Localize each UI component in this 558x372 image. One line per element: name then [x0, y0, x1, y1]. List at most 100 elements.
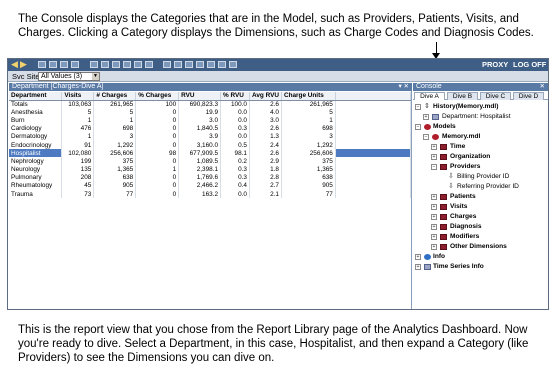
find-icon[interactable] — [218, 61, 226, 68]
calendar-icon[interactable] — [229, 61, 237, 68]
back-icon[interactable]: ◀ — [11, 60, 18, 69]
tree-node-models[interactable]: − Models — [415, 122, 546, 132]
value-cell: 0.3 — [220, 173, 250, 182]
expand-icon[interactable]: + — [431, 234, 437, 240]
tree-node-other-dimensions[interactable]: + Other Dimensions — [415, 242, 546, 252]
trend-icon[interactable] — [196, 61, 204, 68]
chevron-down-icon[interactable]: ▼ — [92, 73, 99, 80]
value-cell: 905 — [93, 181, 137, 191]
chart-icon[interactable] — [71, 61, 79, 68]
tab-dive-d[interactable]: Dive D — [513, 92, 544, 100]
collapse-icon[interactable]: − — [415, 124, 421, 130]
rows-icon[interactable] — [123, 61, 131, 68]
tree-node-visits[interactable]: + Visits — [415, 202, 546, 212]
department-cell[interactable]: Nephrology — [9, 157, 63, 166]
compare-icon[interactable] — [207, 61, 215, 68]
tree-node-history[interactable]: − ⇕ History(Memory.mdl) — [415, 102, 546, 112]
column-header[interactable]: RVU — [178, 92, 222, 101]
console-close-icon[interactable]: ✕ — [540, 83, 545, 91]
grid-view-icon[interactable] — [90, 61, 98, 68]
expand-icon[interactable]: + — [431, 244, 437, 250]
column-header[interactable]: Avg RVU — [249, 92, 282, 101]
expand-icon[interactable]: + — [423, 114, 429, 120]
column-header[interactable]: Visits — [61, 92, 95, 101]
department-cell[interactable]: Trauma — [9, 190, 63, 199]
tree-node-referring-provider[interactable]: ⇩ Referring Provider ID — [415, 182, 546, 192]
expand-icon[interactable]: + — [415, 254, 421, 260]
report-window-controls[interactable]: ▾ ✕ — [398, 83, 409, 91]
collapse-icon[interactable]: − — [423, 134, 429, 140]
table-row[interactable]: Pulmonary 208 638 0 1,769.6 0.3 2.8 638 — [9, 173, 412, 182]
tree-node-model-file[interactable]: − Memory.mdl — [415, 132, 546, 142]
forward-icon[interactable]: ▶ — [20, 60, 27, 69]
column-header[interactable]: # Charges — [93, 92, 137, 101]
department-cell[interactable]: Rheumatology — [9, 181, 63, 191]
table-row[interactable]: Totals 103,063 261,965 100 690,823.3 100.0 2.6… — [9, 100, 412, 109]
value-cell: 256,606 — [93, 149, 137, 158]
tree-node-providers[interactable]: − Providers — [415, 162, 546, 172]
tree-node-patients[interactable]: + Patients — [415, 192, 546, 202]
tree-node-billing-provider[interactable]: ⇩ Billing Provider ID — [415, 172, 546, 182]
refresh-icon[interactable] — [60, 61, 68, 68]
department-cell[interactable]: Totals — [9, 100, 63, 109]
tree-node-time-series[interactable]: + Time Series Info — [415, 262, 546, 272]
expand-icon[interactable]: + — [431, 224, 437, 230]
print-icon[interactable] — [38, 61, 46, 68]
table-row[interactable]: Trauma 73 77 0 163.2 0.0 2.1 77 — [9, 190, 412, 199]
tree-node-diagnosis[interactable]: + Diagnosis — [415, 222, 546, 232]
collapse-icon[interactable]: − — [431, 164, 437, 170]
column-header[interactable]: % Charges — [135, 92, 180, 101]
svc-site-select[interactable]: All Values (3) ▼ — [38, 72, 100, 81]
table-row[interactable]: Neurology 135 1,365 1 2,398.1 0.3 1.8 1,365 — [9, 165, 412, 174]
value-cell: 375 — [93, 157, 137, 166]
bar-chart-icon[interactable] — [174, 61, 182, 68]
department-cell[interactable]: Endocrinology — [9, 140, 63, 150]
table-row[interactable]: Anesthesia 5 5 0 19.9 0.0 4.0 5 — [9, 108, 412, 117]
table-row[interactable]: Dermatology 1 3 0 3.9 0.0 1.3 3 — [9, 132, 412, 141]
table-row[interactable]: Hospitalist 102,080 256,606 98 677,909.5 98.1… — [9, 149, 412, 158]
department-cell[interactable]: Neurology — [9, 165, 63, 174]
line-chart-icon[interactable] — [163, 61, 171, 68]
table-row[interactable]: Burn 1 1 0 3.0 0.0 3.0 1 — [9, 116, 412, 125]
table-row[interactable]: Endocrinology 91 1,292 0 3,160.0 0.5 2.4 1,292 — [9, 140, 412, 150]
expand-icon[interactable]: + — [431, 194, 437, 200]
expand-icon[interactable]: + — [431, 144, 437, 150]
expand-icon[interactable]: + — [431, 154, 437, 160]
tree-node-modifiers[interactable]: + Modifiers — [415, 232, 546, 242]
tree-node-charges[interactable]: + Charges — [415, 212, 546, 222]
tree-node-info[interactable]: + Info — [415, 252, 546, 262]
column-header[interactable]: Department — [9, 92, 63, 101]
department-cell[interactable]: Hospitalist — [9, 149, 63, 158]
value-cell: 3.0 — [249, 116, 282, 125]
collapse-icon[interactable]: − — [415, 104, 421, 110]
sort-icon[interactable] — [145, 61, 153, 68]
table-row[interactable]: Cardiology 476 698 0 1,840.5 0.3 2.6 698 — [9, 124, 412, 133]
column-header[interactable]: Charge Units — [281, 92, 336, 101]
department-cell[interactable]: Burn — [9, 116, 63, 125]
logoff-link[interactable]: LOG OFF — [513, 59, 546, 71]
department-cell[interactable]: Anesthesia — [9, 108, 63, 117]
export-icon[interactable] — [49, 61, 57, 68]
tab-dive-b[interactable]: Dive B — [447, 92, 478, 100]
history-icon: ⇕ — [424, 103, 430, 110]
pie-chart-icon[interactable] — [185, 61, 193, 68]
table-row[interactable]: Rheumatology 45 905 0 2,466.2 0.4 2.7 905 — [9, 181, 412, 191]
department-cell[interactable]: Cardiology — [9, 124, 63, 133]
tree-node-time[interactable]: + Time — [415, 142, 546, 152]
tree-node-organization[interactable]: + Organization — [415, 152, 546, 162]
table-row[interactable]: Nephrology 199 375 0 1,089.5 0.2 2.9 375 — [9, 157, 412, 166]
department-cell[interactable]: Dermatology — [9, 132, 63, 141]
column-header[interactable]: % RVU — [220, 92, 250, 101]
tree-node-history-department[interactable]: + Department: Hospitalist — [415, 112, 546, 122]
expand-icon[interactable]: + — [431, 214, 437, 220]
department-cell[interactable]: Pulmonary — [9, 173, 63, 182]
table-view-icon[interactable] — [101, 61, 109, 68]
tab-dive-a[interactable]: Dive A — [414, 92, 445, 100]
proxy-link[interactable]: PROXY — [482, 59, 508, 71]
expand-icon[interactable]: + — [431, 204, 437, 210]
svc-site-bar: Svc Site All Values (3) ▼ — [8, 71, 548, 82]
tab-dive-c[interactable]: Dive C — [480, 92, 511, 100]
expand-icon[interactable]: + — [415, 264, 421, 270]
columns-icon[interactable] — [112, 61, 120, 68]
filter-icon[interactable] — [134, 61, 142, 68]
